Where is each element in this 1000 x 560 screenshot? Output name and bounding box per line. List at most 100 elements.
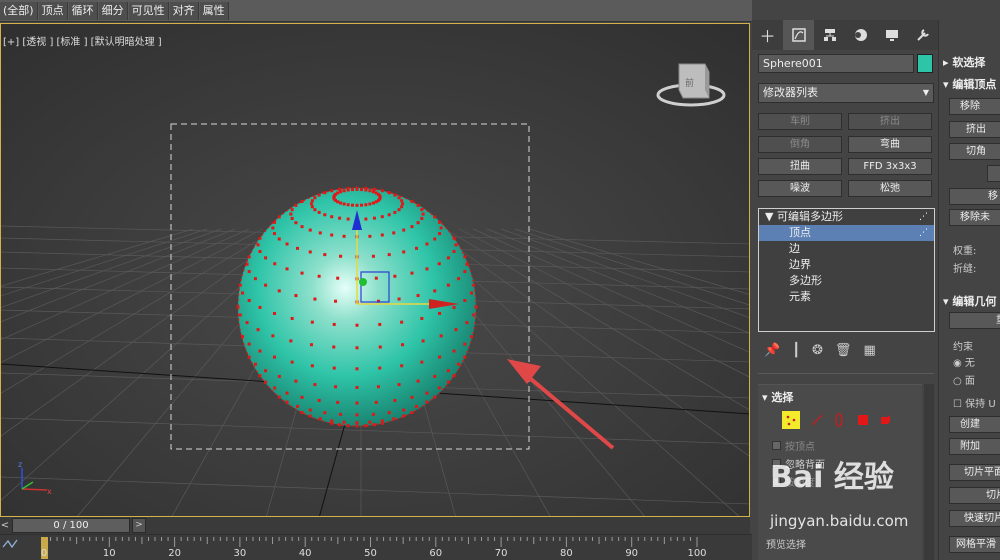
create-icon[interactable]: ＋ [752, 20, 783, 50]
vertex-point[interactable] [420, 208, 424, 212]
vertex-point[interactable] [318, 417, 322, 421]
ribbon-tab-visibility[interactable]: 可见性 [128, 1, 169, 20]
constraint-none-radio[interactable]: ◉ 无 [953, 354, 975, 369]
vertex-point[interactable] [452, 374, 456, 378]
vertex-point[interactable] [334, 385, 338, 389]
vertex-point[interactable] [336, 276, 340, 280]
extrude-button[interactable]: 挤出 [949, 121, 1000, 138]
vertex-point[interactable] [465, 262, 469, 266]
checkbox-box[interactable] [772, 440, 781, 450]
vertex-point[interactable] [313, 208, 317, 212]
vertex-point[interactable] [378, 322, 382, 326]
vertex-point[interactable] [346, 186, 350, 190]
vertex-point[interactable] [355, 346, 359, 350]
modifier-twist-button[interactable]: 扭曲 [758, 158, 842, 175]
vertex-point[interactable] [372, 216, 376, 220]
vertex-point[interactable] [247, 255, 251, 259]
vertex-point[interactable] [378, 345, 382, 349]
by-vertex-checkbox[interactable]: 按顶点 [772, 437, 815, 453]
vertex-point[interactable] [397, 196, 401, 200]
vertex-point[interactable] [290, 360, 294, 364]
vertex-point[interactable] [397, 383, 401, 387]
vertex-point[interactable] [378, 366, 382, 370]
vertex-point[interactable] [330, 421, 334, 425]
pin-stack-icon[interactable]: 📌 [764, 343, 780, 358]
vertex-point[interactable] [463, 255, 467, 259]
vertex-point[interactable] [452, 305, 456, 309]
vertex-point[interactable] [290, 316, 294, 320]
vertex-point[interactable] [420, 360, 424, 364]
edge-mode-icon[interactable] [808, 411, 826, 429]
vertex-point[interactable] [310, 199, 314, 203]
modifier-lathe-button[interactable]: 车削 [758, 113, 842, 130]
vertex-point[interactable] [401, 343, 405, 347]
vertex-point[interactable] [308, 414, 312, 418]
vertex-point[interactable] [400, 320, 404, 324]
vertex-point[interactable] [469, 291, 473, 295]
vertex-point[interactable] [410, 395, 414, 399]
vertex-point[interactable] [380, 421, 384, 425]
vertex-point[interactable] [338, 216, 342, 220]
vertex-point[interactable] [355, 413, 359, 417]
quickslice-button[interactable]: 快速切片 [949, 510, 1000, 527]
time-slider-thumb[interactable]: 0 / 100 [12, 518, 130, 533]
vertex-point[interactable] [277, 237, 281, 241]
vertex-point[interactable] [272, 311, 276, 315]
vertex-point[interactable] [380, 215, 384, 219]
vertex-point[interactable] [400, 199, 404, 203]
modifier-list-dropdown[interactable]: 修改器列表 ▼ [758, 83, 934, 103]
vertex-point[interactable] [438, 232, 442, 236]
vertex-point[interactable] [438, 220, 442, 224]
vertex-point[interactable] [368, 234, 372, 238]
ribbon-tab-subdivide[interactable]: 细分 [98, 1, 128, 20]
hierarchy-icon[interactable] [814, 20, 845, 50]
chamfer-button[interactable]: 切角 [949, 143, 1000, 160]
viewport-label[interactable]: [+] [透视 ] [标准 ] [默认明暗处理 ] [3, 33, 162, 48]
vertex-point[interactable] [438, 355, 442, 359]
preserve-uvs-checkbox[interactable]: ☐ 保持 U [953, 395, 996, 410]
vertex-point[interactable] [247, 299, 251, 303]
vertex-point[interactable] [439, 334, 443, 338]
vertex-point[interactable] [256, 328, 260, 332]
vertex-point[interactable] [425, 391, 429, 395]
stack-item-border[interactable]: 边界 [759, 257, 934, 273]
vertex-point[interactable] [393, 193, 397, 197]
vertex-point[interactable] [264, 256, 268, 260]
vertex-point[interactable] [387, 253, 391, 257]
vertex-point[interactable] [402, 408, 406, 412]
vertex-point[interactable] [342, 420, 346, 424]
delete-modifier-icon[interactable]: 🗑 [835, 343, 852, 358]
vertex-point[interactable] [400, 205, 404, 209]
vertex-point[interactable] [374, 200, 378, 204]
repeat-last-button[interactable]: 重 [949, 312, 1000, 329]
vertex-point[interactable] [474, 305, 478, 309]
utilities-icon[interactable] [907, 20, 938, 50]
vertex-point[interactable] [452, 236, 456, 240]
vertex-point[interactable] [236, 305, 240, 309]
stack-item-polygon[interactable]: 多边形 [759, 273, 934, 289]
vertex-point[interactable] [437, 386, 441, 390]
vertex-point[interactable] [425, 242, 429, 246]
vertex-point[interactable] [339, 412, 343, 416]
perspective-viewport[interactable]: z x 前 [+] [透视 ] [标准 ] [默认明暗处理 ] [0, 23, 750, 517]
vertex-point[interactable] [332, 366, 336, 370]
vertex-point[interactable] [387, 213, 391, 217]
vertex-point[interactable] [346, 217, 350, 221]
vertex-point[interactable] [400, 364, 404, 368]
vertex-point[interactable] [277, 395, 281, 399]
panel-scrollbar[interactable] [924, 384, 934, 560]
vertex-point[interactable] [401, 202, 405, 206]
vertex-point[interactable] [392, 417, 396, 421]
ribbon-tab-loop[interactable]: 循环 [68, 1, 98, 20]
vertex-point[interactable] [256, 243, 260, 247]
vertex-point[interactable] [416, 221, 420, 225]
vertex-point[interactable] [439, 226, 443, 230]
vertex-point[interactable] [310, 205, 314, 209]
vertex-point[interactable] [258, 374, 262, 378]
vertex-point[interactable] [457, 362, 461, 366]
vertex-point[interactable] [264, 380, 268, 384]
vertex-point[interactable] [452, 250, 456, 254]
vertex-point[interactable] [339, 201, 343, 205]
stack-item-edge[interactable]: 边 [759, 241, 934, 257]
vertex-point[interactable] [271, 226, 275, 230]
